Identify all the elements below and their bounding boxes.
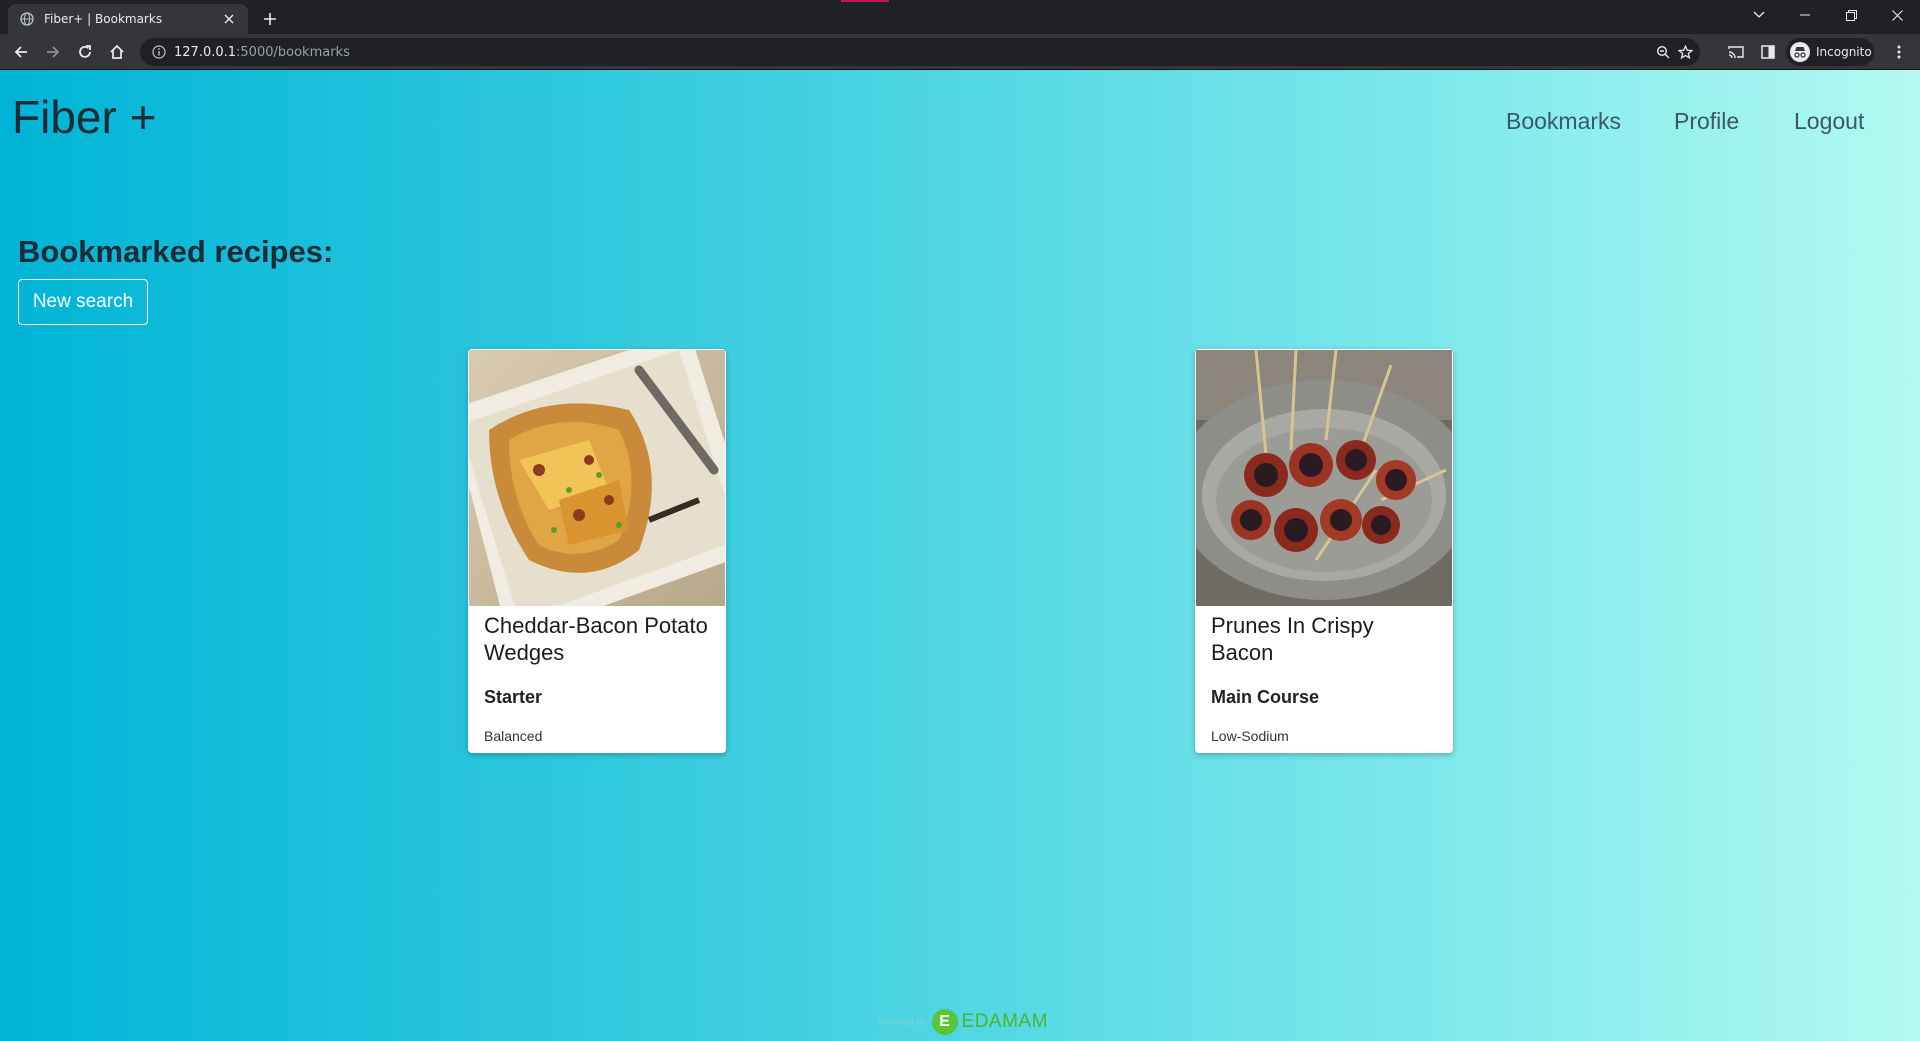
profile-label: Incognito bbox=[1816, 45, 1872, 59]
recipe-title[interactable]: Cheddar-Bacon Potato Wedges bbox=[484, 612, 714, 666]
browser-tab[interactable]: Fiber+ | Bookmarks bbox=[8, 4, 248, 34]
recipe-image-prunes-bacon[interactable] bbox=[1196, 350, 1452, 606]
globe-icon bbox=[20, 12, 34, 26]
edamam-wordmark: EDAMAM bbox=[961, 1011, 1048, 1032]
recipe-diet-label: Low-Sodium bbox=[1211, 728, 1289, 744]
address-bar[interactable]: 127.0.0.1:5000/bookmarks bbox=[140, 38, 1700, 66]
edamam-attribution[interactable]: Powered by E EDAMAM bbox=[878, 1008, 1048, 1036]
back-arrow-icon[interactable] bbox=[8, 39, 34, 65]
browser-tabstrip: Fiber+ | Bookmarks bbox=[0, 0, 1920, 34]
page-viewport: Fiber + Bookmarks Profile Logout Bookmar… bbox=[0, 70, 1920, 1041]
url-text: 127.0.0.1:5000/bookmarks bbox=[174, 44, 350, 60]
recipe-diet-label: Balanced bbox=[484, 728, 543, 744]
nav-profile[interactable]: Profile bbox=[1674, 108, 1739, 135]
recipe-image-potato-wedges[interactable] bbox=[469, 350, 725, 606]
side-panel-icon[interactable] bbox=[1755, 39, 1781, 65]
nav-bookmarks[interactable]: Bookmarks bbox=[1506, 108, 1621, 135]
recipe-meal-type: Main Course bbox=[1211, 687, 1320, 707]
reload-icon[interactable] bbox=[72, 39, 98, 65]
close-window-icon[interactable] bbox=[1874, 0, 1920, 30]
more-menu-icon[interactable] bbox=[1886, 39, 1912, 65]
new-tab-icon[interactable] bbox=[258, 7, 282, 31]
page-title: Bookmarked recipes: bbox=[18, 234, 334, 269]
site-info-icon[interactable] bbox=[152, 45, 166, 59]
bookmark-star-icon[interactable] bbox=[1676, 43, 1694, 61]
tab-search-icon[interactable] bbox=[1736, 0, 1782, 30]
close-icon[interactable] bbox=[220, 10, 238, 28]
site-logo[interactable]: Fiber + bbox=[12, 90, 156, 144]
recipe-meal-type: Starter bbox=[484, 687, 543, 707]
restore-icon[interactable] bbox=[1828, 0, 1874, 30]
recipe-title[interactable]: Prunes In Crispy Bacon bbox=[1211, 612, 1441, 666]
browser-toolbar: 127.0.0.1:5000/bookmarks Incognito bbox=[0, 34, 1920, 70]
home-icon[interactable] bbox=[104, 39, 130, 65]
nav-logout[interactable]: Logout bbox=[1794, 108, 1864, 135]
recipe-card[interactable]: Prunes In Crispy Bacon Main Course Low-S… bbox=[1195, 349, 1453, 753]
incognito-indicator bbox=[841, 0, 889, 2]
incognito-profile-button[interactable]: Incognito bbox=[1786, 38, 1874, 66]
zoom-icon[interactable] bbox=[1654, 43, 1672, 61]
forward-arrow-icon[interactable] bbox=[40, 39, 66, 65]
minimize-icon[interactable] bbox=[1782, 0, 1828, 30]
powered-by-text: Powered by bbox=[878, 1017, 926, 1027]
edamam-logo-icon: E bbox=[931, 1009, 958, 1035]
new-search-button[interactable]: New search bbox=[18, 279, 148, 325]
recipe-card[interactable]: Cheddar-Bacon Potato Wedges Starter Bala… bbox=[468, 349, 726, 753]
tab-title: Fiber+ | Bookmarks bbox=[44, 12, 163, 26]
incognito-icon bbox=[1790, 42, 1810, 62]
cast-icon[interactable] bbox=[1723, 39, 1749, 65]
